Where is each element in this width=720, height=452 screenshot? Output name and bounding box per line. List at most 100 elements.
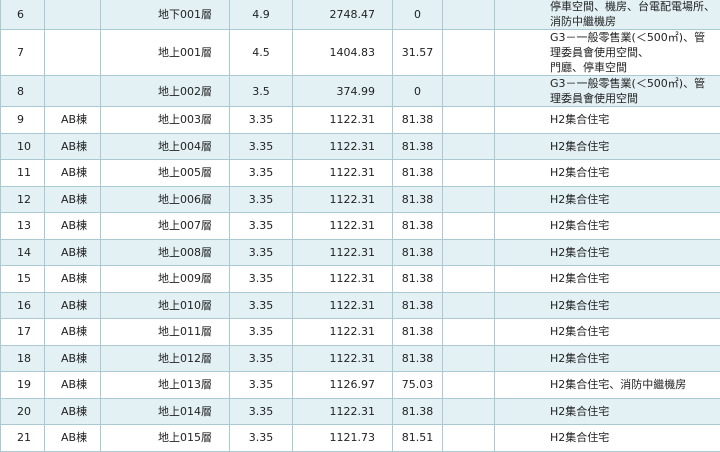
empty-cell bbox=[443, 160, 495, 187]
building-cell: AB棟 bbox=[45, 160, 101, 187]
table-body: 6地下001層4.92748.470停車空間、機房、台電配電場所、消防中繼機房7… bbox=[1, 0, 720, 451]
building-cell: AB棟 bbox=[45, 213, 101, 240]
floor-height-cell: 3.35 bbox=[230, 239, 293, 266]
usage-text: H2集合住宅 bbox=[550, 218, 716, 233]
balcony-area-cell: 81.38 bbox=[393, 239, 443, 266]
usage-cell: G3－一般零售業(＜500㎡)、管理委員會使用空間 bbox=[495, 76, 720, 107]
building-cell: AB棟 bbox=[45, 319, 101, 346]
building-cell bbox=[45, 76, 101, 107]
floor-height-cell: 3.35 bbox=[230, 319, 293, 346]
row-number-cell: 17 bbox=[1, 319, 45, 346]
usage-cell: H2集合住宅 bbox=[495, 425, 720, 452]
balcony-area-cell: 0 bbox=[393, 0, 443, 30]
building-cell: AB棟 bbox=[45, 107, 101, 134]
floor-cell: 地上007層 bbox=[101, 213, 230, 240]
usage-text: H2集合住宅 bbox=[550, 112, 716, 127]
table-row: 9AB棟地上003層3.351122.3181.38H2集合住宅 bbox=[1, 107, 720, 134]
building-cell: AB棟 bbox=[45, 292, 101, 319]
balcony-area-cell: 81.38 bbox=[393, 160, 443, 187]
floor-area-cell: 1122.31 bbox=[293, 398, 393, 425]
balcony-area-cell: 0 bbox=[393, 76, 443, 107]
balcony-area-cell: 31.57 bbox=[393, 30, 443, 76]
empty-cell bbox=[443, 213, 495, 240]
empty-cell bbox=[443, 319, 495, 346]
balcony-area-cell: 81.38 bbox=[393, 398, 443, 425]
empty-cell bbox=[443, 425, 495, 452]
floor-area-cell: 1122.31 bbox=[293, 107, 393, 134]
empty-cell bbox=[443, 107, 495, 134]
floor-height-cell: 3.35 bbox=[230, 160, 293, 187]
usage-cell: H2集合住宅 bbox=[495, 266, 720, 293]
floor-height-cell: 3.35 bbox=[230, 213, 293, 240]
empty-cell bbox=[443, 76, 495, 107]
usage-cell: H2集合住宅 bbox=[495, 345, 720, 372]
floor-height-cell: 3.5 bbox=[230, 76, 293, 107]
usage-text: H2集合住宅 bbox=[550, 324, 716, 339]
usage-cell: H2集合住宅 bbox=[495, 107, 720, 134]
row-number-cell: 13 bbox=[1, 213, 45, 240]
empty-cell bbox=[443, 292, 495, 319]
row-number-cell: 18 bbox=[1, 345, 45, 372]
floor-cell: 地下001層 bbox=[101, 0, 230, 30]
usage-cell: H2集合住宅 bbox=[495, 160, 720, 187]
row-number-cell: 6 bbox=[1, 0, 45, 30]
floor-cell: 地上006層 bbox=[101, 186, 230, 213]
floor-cell: 地上014層 bbox=[101, 398, 230, 425]
floor-height-cell: 4.5 bbox=[230, 30, 293, 76]
table-row: 21AB棟地上015層3.351121.7381.51H2集合住宅 bbox=[1, 425, 720, 452]
usage-text: 門廳、停車空間 bbox=[550, 60, 716, 75]
row-number-cell: 19 bbox=[1, 372, 45, 399]
balcony-area-cell: 81.38 bbox=[393, 319, 443, 346]
usage-text: G3－一般零售業(＜500㎡)、管理委員會使用空間、 bbox=[550, 30, 716, 60]
building-cell: AB棟 bbox=[45, 239, 101, 266]
row-number-cell: 16 bbox=[1, 292, 45, 319]
usage-text: H2集合住宅 bbox=[550, 351, 716, 366]
floor-cell: 地上003層 bbox=[101, 107, 230, 134]
usage-cell: H2集合住宅 bbox=[495, 133, 720, 160]
building-cell: AB棟 bbox=[45, 425, 101, 452]
table-row: 13AB棟地上007層3.351122.3181.38H2集合住宅 bbox=[1, 213, 720, 240]
empty-cell bbox=[443, 239, 495, 266]
floor-height-cell: 3.35 bbox=[230, 266, 293, 293]
floor-cell: 地上004層 bbox=[101, 133, 230, 160]
table-row: 14AB棟地上008層3.351122.3181.38H2集合住宅 bbox=[1, 239, 720, 266]
floor-area-cell: 1121.73 bbox=[293, 425, 393, 452]
floor-area-cell: 1122.31 bbox=[293, 133, 393, 160]
usage-text: H2集合住宅 bbox=[550, 404, 716, 419]
building-cell: AB棟 bbox=[45, 186, 101, 213]
usage-text: H2集合住宅 bbox=[550, 245, 716, 260]
row-number-cell: 8 bbox=[1, 76, 45, 107]
building-cell: AB棟 bbox=[45, 372, 101, 399]
row-number-cell: 21 bbox=[1, 425, 45, 452]
balcony-area-cell: 81.38 bbox=[393, 133, 443, 160]
building-cell bbox=[45, 0, 101, 30]
floor-area-cell: 1122.31 bbox=[293, 345, 393, 372]
floor-height-cell: 3.35 bbox=[230, 186, 293, 213]
row-number-cell: 14 bbox=[1, 239, 45, 266]
table-row: 18AB棟地上012層3.351122.3181.38H2集合住宅 bbox=[1, 345, 720, 372]
floor-cell: 地上005層 bbox=[101, 160, 230, 187]
table-row: 19AB棟地上013層3.351126.9775.03H2集合住宅、消防中繼機房 bbox=[1, 372, 720, 399]
floor-area-cell: 374.99 bbox=[293, 76, 393, 107]
floor-area-cell: 1126.97 bbox=[293, 372, 393, 399]
balcony-area-cell: 75.03 bbox=[393, 372, 443, 399]
balcony-area-cell: 81.38 bbox=[393, 292, 443, 319]
row-number-cell: 7 bbox=[1, 30, 45, 76]
usage-text: H2集合住宅 bbox=[550, 271, 716, 286]
balcony-area-cell: 81.38 bbox=[393, 266, 443, 293]
floor-cell: 地上013層 bbox=[101, 372, 230, 399]
empty-cell bbox=[443, 0, 495, 30]
floor-height-cell: 3.35 bbox=[230, 372, 293, 399]
table-row: 11AB棟地上005層3.351122.3181.38 H2集合住宅 bbox=[1, 160, 720, 187]
usage-text: H2集合住宅 bbox=[550, 298, 716, 313]
balcony-area-cell: 81.38 bbox=[393, 345, 443, 372]
floor-height-cell: 3.35 bbox=[230, 292, 293, 319]
building-cell bbox=[45, 30, 101, 76]
floor-height-cell: 4.9 bbox=[230, 0, 293, 30]
floor-area-cell: 1122.31 bbox=[293, 266, 393, 293]
usage-text: G3－一般零售業(＜500㎡)、管理委員會使用空間 bbox=[550, 76, 716, 106]
floor-area-cell: 1122.31 bbox=[293, 160, 393, 187]
building-cell: AB棟 bbox=[45, 398, 101, 425]
row-number-cell: 11 bbox=[1, 160, 45, 187]
floor-height-cell: 3.35 bbox=[230, 107, 293, 134]
